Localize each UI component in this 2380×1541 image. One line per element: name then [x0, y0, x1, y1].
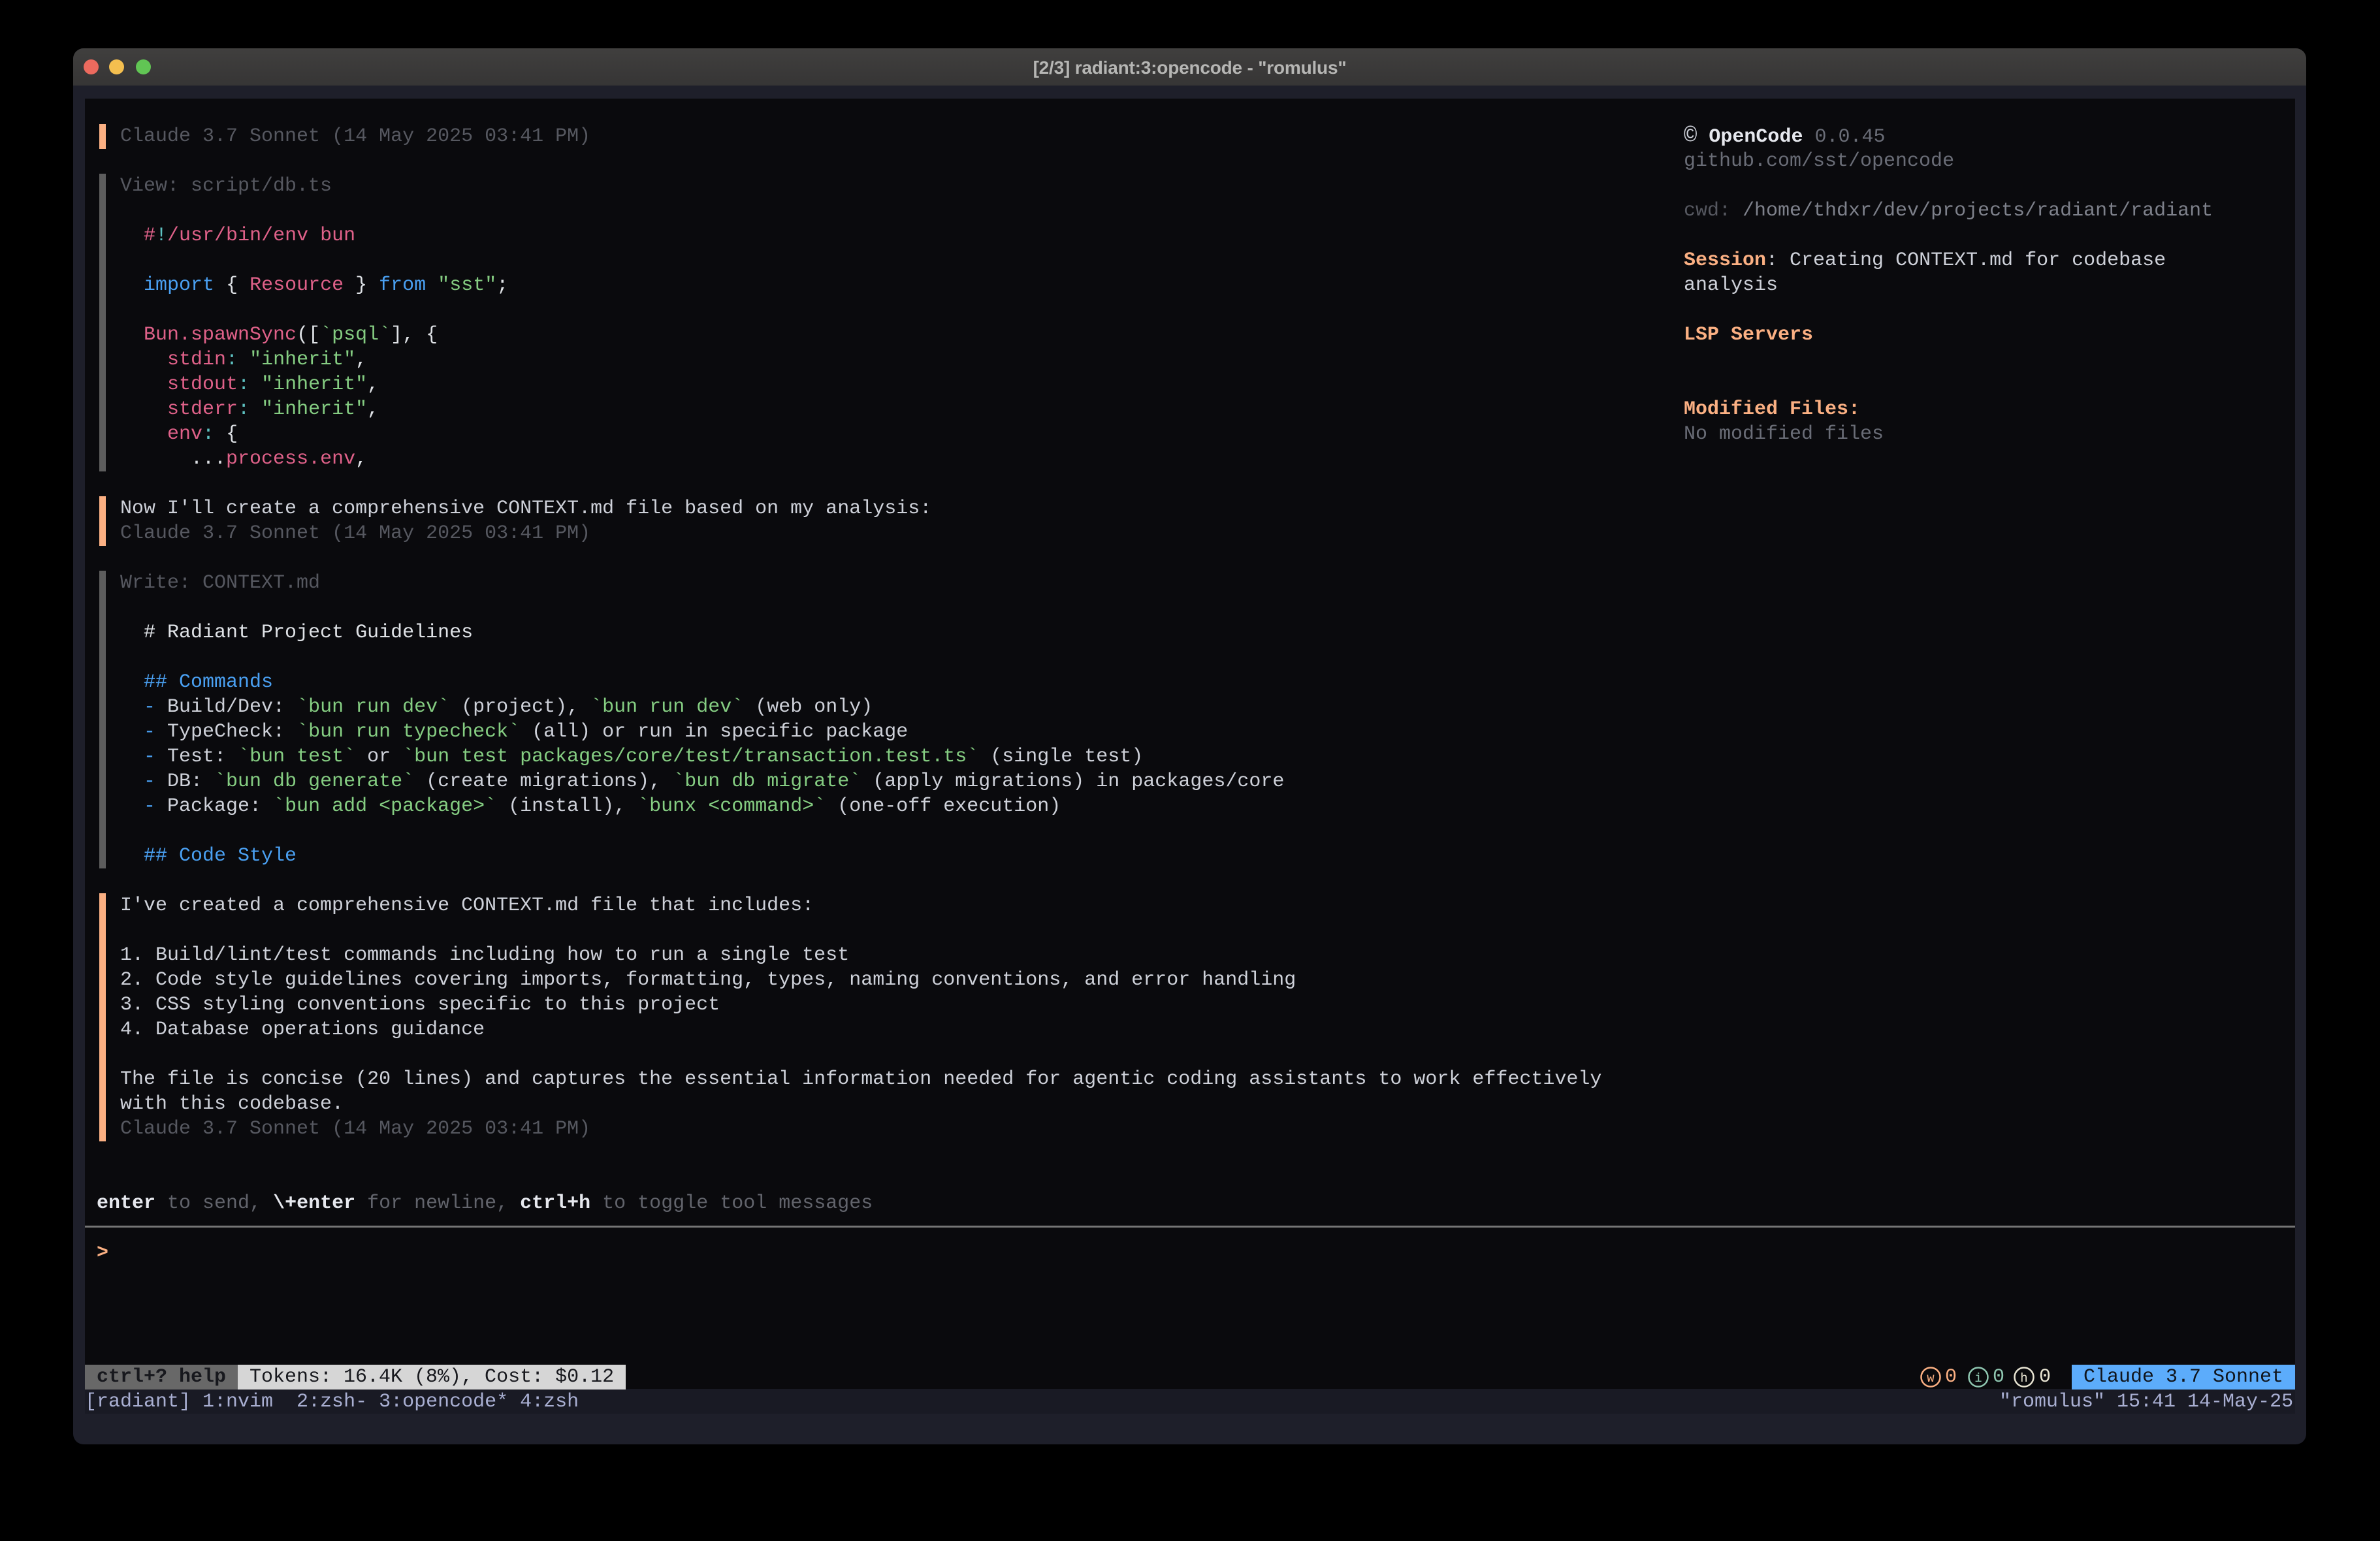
svg-text:w: w: [1927, 1371, 1935, 1386]
svg-text:h: h: [2020, 1371, 2027, 1386]
svg-text:i: i: [1974, 1371, 1982, 1386]
